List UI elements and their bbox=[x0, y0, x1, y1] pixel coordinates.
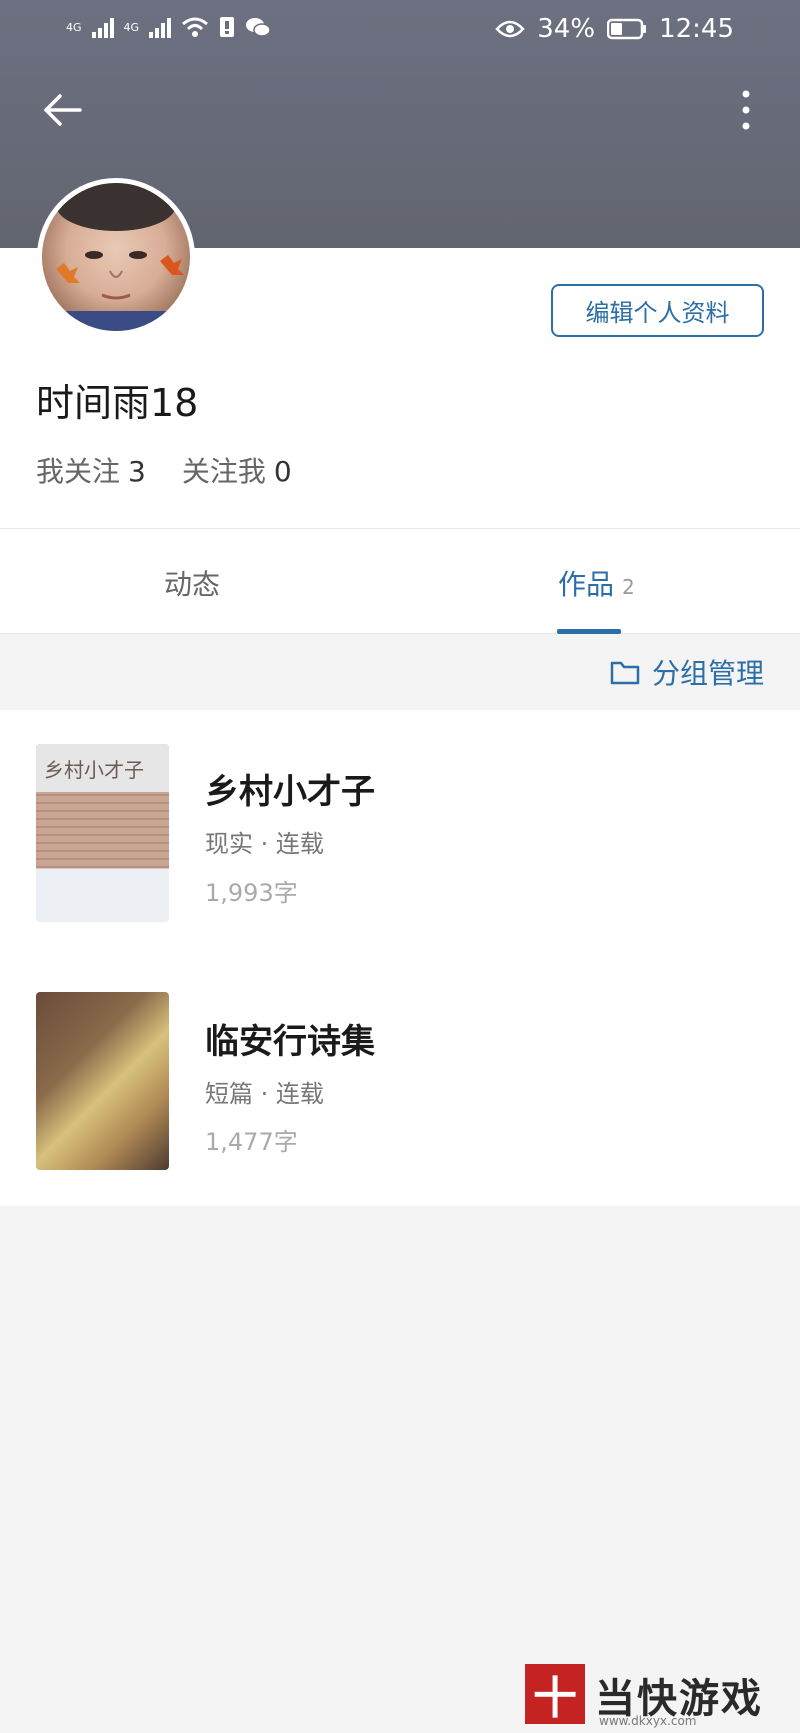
eye-icon bbox=[495, 20, 525, 38]
battery-percent: 34% bbox=[537, 14, 596, 44]
followers-stat[interactable]: 关注我 0 bbox=[182, 450, 292, 490]
net1-label: 4G bbox=[66, 20, 82, 34]
watermark: 十 当快游戏网 www.dkxyx.com bbox=[525, 1664, 800, 1733]
clock: 12:45 bbox=[659, 14, 734, 44]
tab-dynamic[interactable]: 动态 bbox=[164, 563, 220, 603]
username: 时间雨18 bbox=[36, 381, 199, 425]
watermark-url: www.dkxyx.com bbox=[599, 1714, 697, 1728]
avatar-face bbox=[42, 183, 190, 331]
book-cover bbox=[36, 992, 169, 1170]
profile-tabs: 动态 作品 2 bbox=[0, 528, 800, 634]
work-word-count: 1,993字 bbox=[205, 879, 298, 907]
more-options-button[interactable] bbox=[736, 88, 756, 132]
group-manage-label: 分组管理 bbox=[651, 657, 764, 690]
list-item-work[interactable]: 乡村小才子 乡村小才子 现实 · 连载 1,993字 bbox=[0, 710, 800, 958]
followers-label: 关注我 bbox=[181, 455, 266, 488]
group-manage-button[interactable]: 分组管理 bbox=[610, 652, 764, 692]
back-button[interactable] bbox=[40, 88, 84, 132]
net2-label: 4G bbox=[123, 20, 140, 34]
works-list: 乡村小才子 乡村小才子 现实 · 连载 1,993字 临安行诗集 短篇 · 连载… bbox=[0, 710, 800, 1206]
tab-works[interactable]: 作品 2 bbox=[558, 563, 635, 603]
tab-works-count: 2 bbox=[622, 575, 635, 599]
status-left: 4G 4G bbox=[66, 16, 271, 38]
group-bar: 分组管理 bbox=[0, 634, 800, 710]
work-title: 乡村小才子 bbox=[205, 772, 375, 812]
work-meta: 现实 · 连载 bbox=[205, 830, 324, 858]
signal-icon-2 bbox=[149, 16, 172, 38]
work-meta: 短篇 · 连载 bbox=[205, 1080, 324, 1108]
notification-icon bbox=[220, 17, 235, 37]
avatar[interactable] bbox=[37, 178, 195, 336]
status-right: 34% 12:45 bbox=[495, 14, 734, 44]
following-stat[interactable]: 我关注 3 bbox=[36, 450, 146, 490]
wechat-icon bbox=[246, 18, 271, 37]
arrow-left-icon bbox=[44, 94, 82, 126]
work-word-count: 1,477字 bbox=[205, 1128, 298, 1156]
wifi-icon bbox=[182, 17, 209, 37]
more-vertical-icon bbox=[742, 90, 750, 130]
status-bar: 4G 4G 34% 12:45 bbox=[0, 0, 800, 60]
followers-count: 0 bbox=[273, 455, 292, 488]
following-count: 3 bbox=[128, 455, 146, 488]
follow-stats: 我关注 3 关注我 0 bbox=[36, 450, 292, 490]
signal-icon bbox=[91, 16, 114, 38]
following-label: 我关注 bbox=[36, 455, 121, 488]
work-title: 临安行诗集 bbox=[205, 1022, 375, 1062]
tab-works-label: 作品 bbox=[558, 568, 615, 601]
list-item-work[interactable]: 临安行诗集 短篇 · 连载 1,477字 bbox=[0, 958, 800, 1206]
watermark-logo: 十 bbox=[525, 1664, 585, 1724]
folder-icon bbox=[610, 661, 640, 685]
edit-profile-button[interactable]: 编辑个人资料 bbox=[551, 284, 764, 337]
battery-icon bbox=[607, 18, 647, 40]
cover-title: 乡村小才子 bbox=[44, 758, 144, 782]
book-cover: 乡村小才子 bbox=[36, 744, 169, 922]
